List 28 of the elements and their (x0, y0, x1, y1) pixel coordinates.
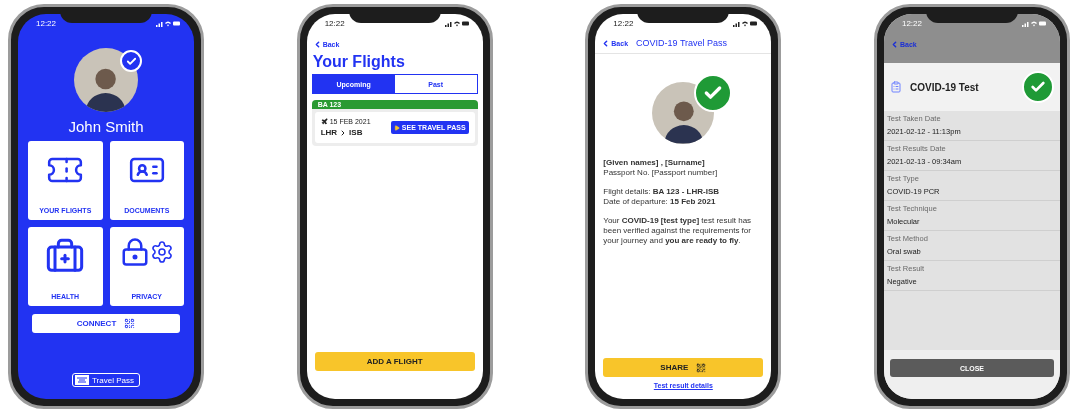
user-name: John Smith (67, 118, 145, 135)
status-icons (733, 19, 758, 27)
qr-code-icon (124, 318, 136, 329)
departure-date: Date of departure: 15 Feb 2021 (603, 197, 717, 208)
add-flight-button[interactable]: ADD A FLIGHT (314, 352, 475, 371)
qr-code-icon (696, 362, 707, 373)
verification-message: Your COVID-19 [test type] test result has been verified against the requirements for your journey and you are ready to fly. (603, 215, 753, 247)
plane-icon (320, 118, 328, 125)
holder-name: [Given names] , [Surname] (603, 158, 706, 169)
status-icons (1021, 19, 1046, 27)
play-icon (393, 124, 400, 131)
status-time: 12:22 (324, 18, 345, 28)
flight-route: LHR ISB (320, 128, 364, 137)
status-icons (156, 19, 180, 27)
connect-button[interactable]: CONNECT (32, 314, 180, 333)
test-title: COVID-19 Test (909, 81, 980, 93)
status-time: 12:22 (613, 18, 634, 28)
status-time: 12:22 (36, 18, 57, 28)
share-button[interactable]: SHARE (603, 358, 764, 377)
clipboard-icon (889, 81, 902, 93)
nav-title: COVID-19 Travel Pass (636, 38, 728, 48)
flight-details: Flight details: BA 123 - LHR-ISB (603, 186, 721, 198)
passport-number: Passport No. [Passport number] (603, 168, 719, 179)
status-icons (444, 19, 469, 27)
travel-pass-logo: Travel Pass (72, 373, 140, 387)
status-time: 12:22 (901, 18, 922, 28)
avatar-placeholder (74, 48, 138, 112)
page-title: Your Flights (311, 52, 406, 72)
